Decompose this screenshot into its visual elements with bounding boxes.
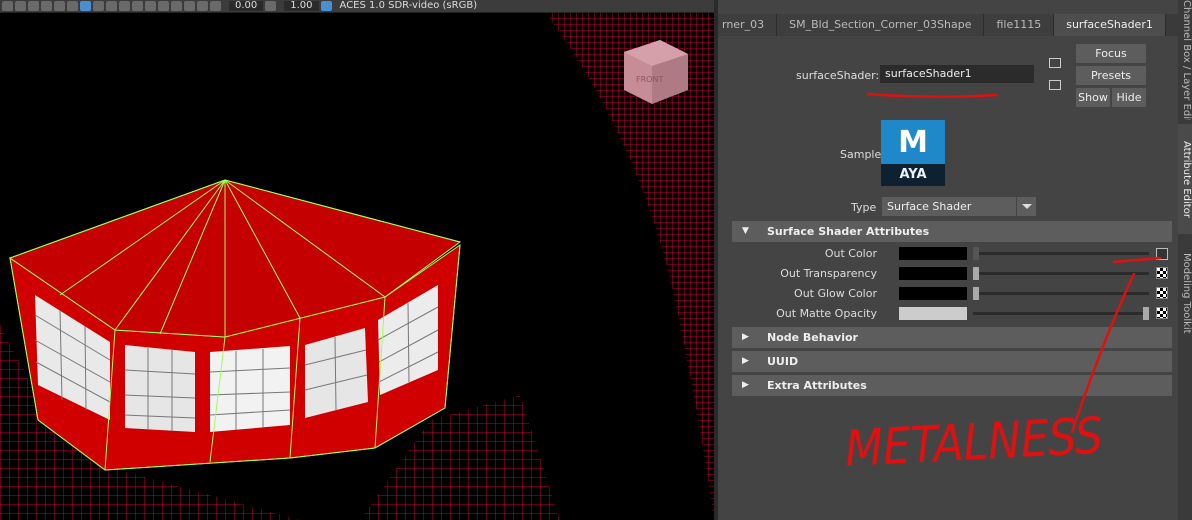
out-glow-color-slider-handle[interactable]	[973, 287, 979, 300]
hide-button[interactable]: Hide	[1112, 88, 1146, 107]
section-uuid[interactable]: ▶ UUID	[732, 351, 1172, 372]
annotation-text: METALNESS	[844, 407, 1105, 478]
gate-mask-icon[interactable]	[158, 1, 169, 11]
tab-channel-box[interactable]: Channel Box / Layer Editor	[1178, 0, 1192, 120]
out-color-swatch[interactable]	[899, 247, 967, 260]
side-tab-strip: Channel Box / Layer Editor Attribute Edi…	[1178, 0, 1192, 520]
section-title: Extra Attributes	[767, 379, 867, 392]
attr-label-out-matte-opacity: Out Matte Opacity	[776, 307, 877, 320]
lights-icon[interactable]	[54, 1, 65, 11]
section-title: Node Behavior	[767, 331, 858, 344]
caret-down-icon: ▼	[742, 226, 749, 236]
grid-icon[interactable]	[2, 1, 13, 11]
tab-corner-transform[interactable]: rner_03	[718, 14, 778, 36]
tab-corner-shape[interactable]: SM_Bld_Section_Corner_03Shape	[777, 14, 985, 36]
attr-label-out-color: Out Color	[824, 247, 877, 260]
out-matte-opacity-slider[interactable]	[973, 312, 1149, 315]
camera-icon[interactable]	[132, 1, 143, 11]
caret-right-icon: ▶	[742, 380, 749, 390]
input-connections-icon[interactable]	[1049, 58, 1061, 68]
tab-file[interactable]: file1115	[984, 14, 1055, 36]
checker-map-icon[interactable]	[1156, 267, 1168, 279]
checker-map-icon[interactable]	[1156, 287, 1168, 299]
view-cube-label: FRONT	[636, 75, 663, 84]
chevron-down-icon[interactable]	[1016, 197, 1036, 216]
gamma-field[interactable]: 1.00	[284, 1, 319, 11]
connection-out-icon[interactable]	[1156, 248, 1168, 260]
type-label: Type	[851, 201, 877, 214]
shadows-icon[interactable]	[67, 1, 78, 11]
viewport-toolbar: 0.00 1.00 ACES 1.0 SDR-video (sRGB)	[0, 0, 714, 13]
section-node-behavior[interactable]: ▶ Node Behavior	[732, 327, 1172, 348]
viewport-panel[interactable]: FRONT 0.00 1.00 ACES 1.0 SDR-video (sRGB…	[0, 0, 714, 520]
out-matte-opacity-swatch[interactable]	[899, 307, 967, 320]
textured-icon[interactable]	[41, 1, 52, 11]
attribute-editor: rner_03 SM_Bld_Section_Corner_03Shape fi…	[718, 0, 1178, 520]
section-title: UUID	[767, 355, 799, 368]
show-button[interactable]: Show	[1076, 88, 1110, 107]
type-dropdown[interactable]: Surface Shader	[882, 197, 1036, 216]
out-glow-color-swatch[interactable]	[899, 287, 967, 300]
section-title: Surface Shader Attributes	[767, 225, 930, 238]
annotation-underline	[866, 92, 998, 99]
resolution-gate-icon[interactable]	[145, 1, 156, 11]
exposure-field[interactable]: 0.00	[229, 1, 264, 11]
maya-logo-text: AYA	[899, 167, 927, 182]
wireframe-icon[interactable]	[15, 1, 26, 11]
focus-button[interactable]: Focus	[1076, 44, 1146, 63]
color-management-icon[interactable]	[320, 1, 332, 11]
xray-icon[interactable]	[93, 1, 104, 11]
safe-action-icon[interactable]	[184, 1, 195, 11]
caret-right-icon: ▶	[742, 356, 749, 366]
presets-button[interactable]: Presets	[1076, 66, 1146, 85]
output-connections-icon[interactable]	[1049, 80, 1061, 90]
smooth-shade-icon[interactable]	[28, 1, 39, 11]
section-surface-shader-attributes[interactable]: ▼ Surface Shader Attributes	[732, 221, 1172, 242]
maya-logo-icon: M	[881, 120, 945, 164]
out-glow-color-slider[interactable]	[973, 292, 1149, 295]
attr-label-out-glow-color: Out Glow Color	[794, 287, 877, 300]
exposure-icon[interactable]	[210, 1, 221, 11]
attr-label-out-transparency: Out Transparency	[780, 267, 877, 280]
isolate-icon[interactable]	[80, 1, 91, 11]
out-transparency-swatch[interactable]	[899, 267, 967, 280]
field-chart-icon[interactable]	[171, 1, 182, 11]
tab-modeling-toolkit[interactable]: Modeling Toolkit	[1178, 238, 1192, 348]
shader-name-field[interactable]: surfaceShader1	[880, 65, 1034, 83]
out-color-slider[interactable]	[973, 252, 1149, 255]
out-matte-opacity-slider-handle[interactable]	[1143, 307, 1149, 320]
checker-map-icon[interactable]	[1156, 307, 1168, 319]
safe-title-icon[interactable]	[197, 1, 208, 11]
sample-swatch[interactable]: M AYA	[881, 120, 945, 186]
view-transform-label[interactable]: ACES 1.0 SDR-video (sRGB)	[340, 1, 478, 11]
gamma-icon[interactable]	[265, 1, 277, 11]
caret-right-icon: ▶	[742, 332, 749, 342]
out-transparency-slider-handle[interactable]	[973, 267, 979, 280]
out-transparency-slider[interactable]	[973, 272, 1149, 275]
shader-name-label: surfaceShader:	[796, 69, 880, 82]
checker-icon[interactable]	[119, 1, 130, 11]
viewport-scene[interactable]: FRONT	[0, 0, 714, 520]
xray-joints-icon[interactable]	[106, 1, 117, 11]
attribute-list: Out Color Out Transparency Out Glow Colo…	[732, 243, 1172, 325]
node-tabs: rner_03 SM_Bld_Section_Corner_03Shape fi…	[718, 14, 1178, 36]
tab-surface-shader[interactable]: surfaceShader1	[1054, 14, 1166, 36]
sample-label: Sample	[840, 148, 882, 161]
window	[125, 345, 195, 432]
type-dropdown-value: Surface Shader	[887, 200, 972, 213]
out-color-slider-handle[interactable]	[973, 247, 979, 260]
tab-attribute-editor[interactable]: Attribute Editor	[1178, 124, 1192, 234]
section-extra-attributes[interactable]: ▶ Extra Attributes	[732, 375, 1172, 396]
